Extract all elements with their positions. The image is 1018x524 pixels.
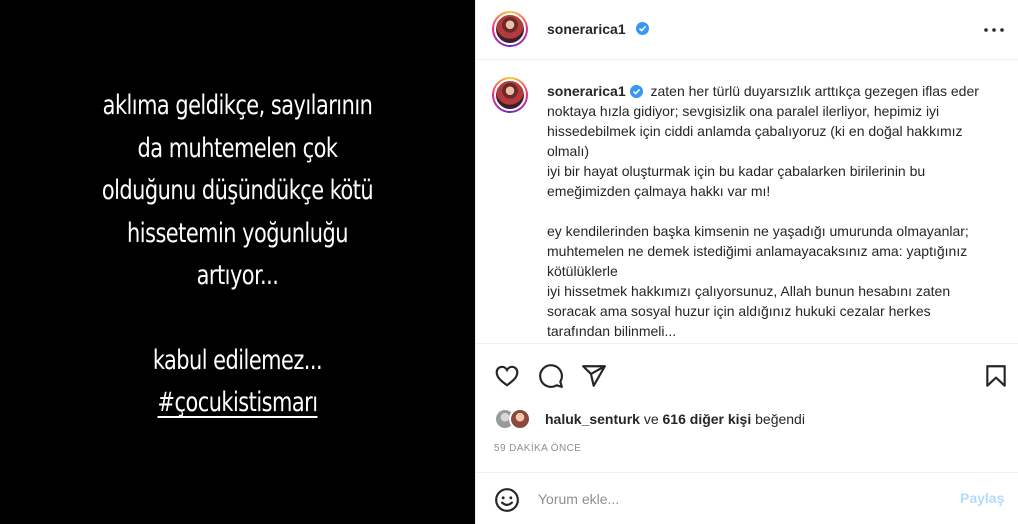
story-image: aklıma geldikçe, sayılarının da muhtemel… <box>0 0 475 524</box>
liker-username[interactable]: haluk_senturk <box>545 411 640 427</box>
story-line: kabul edilemez... <box>152 344 323 376</box>
story-line: aklıma geldikçe, sayılarının <box>102 90 373 121</box>
header-username[interactable]: sonerarica1 <box>547 21 626 37</box>
action-bar <box>476 343 1018 399</box>
likes-connector: ve <box>639 411 663 427</box>
verified-icon <box>636 22 649 35</box>
story-line: olduğunu düşündükçe kötü <box>101 175 374 206</box>
timestamp[interactable]: 59 DAKİKA ÖNCE <box>494 443 581 454</box>
more-horizontal-icon[interactable] <box>982 21 1006 39</box>
story-line: hissetemin yoğunluğu <box>127 217 348 249</box>
send-icon[interactable] <box>581 363 607 389</box>
avatar[interactable] <box>492 11 528 47</box>
likes-text: haluk_senturk ve 616 diğer kişi beğendi <box>545 411 805 427</box>
story-hashtag: #çocukistismarı <box>157 387 318 418</box>
story-spacer <box>0 298 475 340</box>
likes-count[interactable]: 616 diğer kişi <box>663 411 752 427</box>
caption: sonerarica1 zaten her türlü duyarsızlık … <box>547 81 997 341</box>
verified-icon <box>629 85 643 98</box>
story-line: da muhtemelen çok <box>137 132 338 164</box>
caption-username[interactable]: sonerarica1 <box>547 83 626 99</box>
comment-bar: Paylaş <box>476 472 1018 524</box>
caption-text: zaten her türlü duyarsızlık arttıkça gez… <box>547 83 979 339</box>
post-header: sonerarica1 <box>476 0 1018 60</box>
smiley-icon[interactable] <box>494 487 520 513</box>
heart-icon[interactable] <box>494 363 520 389</box>
story-text: aklıma geldikçe, sayılarının da muhtemel… <box>0 85 475 425</box>
bookmark-icon[interactable] <box>983 363 1009 389</box>
liker-avatars <box>494 408 538 430</box>
story-line: artıyor... <box>196 260 279 291</box>
comment-input[interactable] <box>538 487 938 511</box>
comment-icon[interactable] <box>538 363 564 389</box>
caption-area: sonerarica1 zaten her türlü duyarsızlık … <box>476 61 1018 343</box>
post-button[interactable]: Paylaş <box>960 490 1004 506</box>
likes-suffix: beğendi <box>751 411 805 427</box>
post-panel: sonerarica1 sonerarica1 zaten her türlü … <box>475 0 1018 524</box>
avatar[interactable] <box>492 77 528 113</box>
avatar[interactable] <box>509 408 531 430</box>
